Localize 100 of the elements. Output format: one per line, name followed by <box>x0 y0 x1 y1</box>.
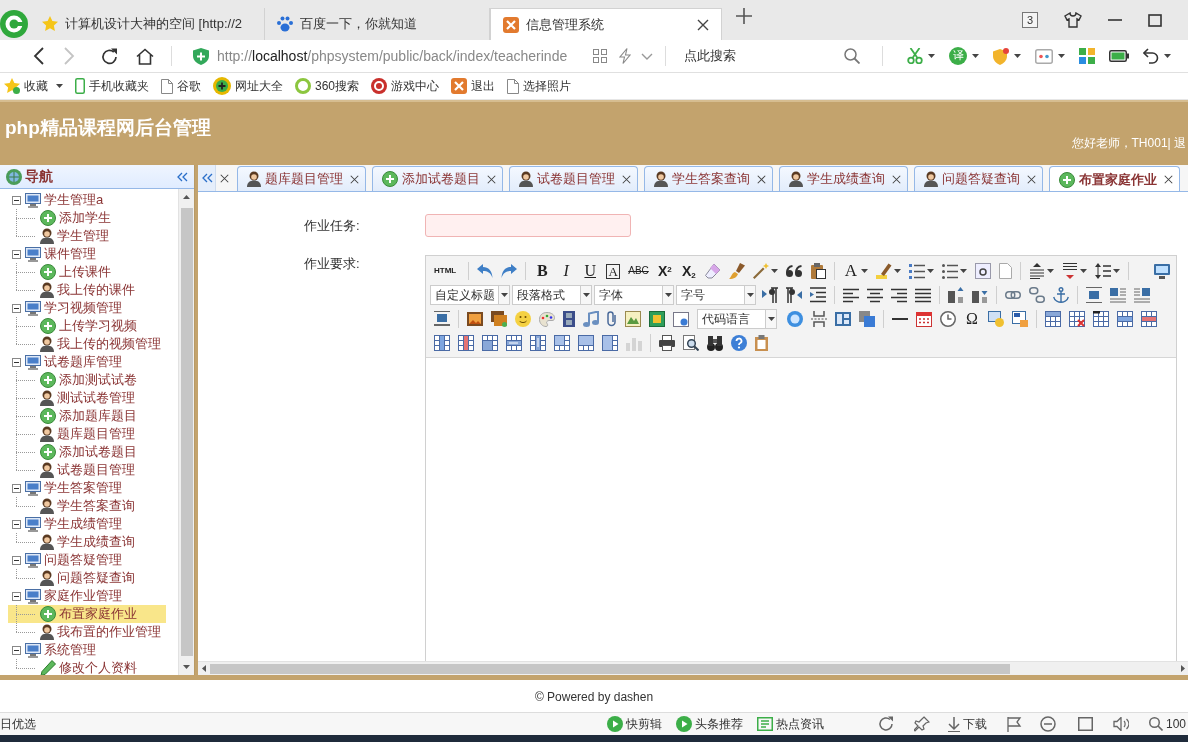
tree-item[interactable]: 问题答疑管理 <box>8 551 166 569</box>
align-right-icon[interactable] <box>891 287 907 303</box>
undo-icon[interactable] <box>1143 48 1160 64</box>
music-note-icon[interactable] <box>583 311 599 327</box>
tree-item[interactable]: 试卷题库管理 <box>8 353 166 371</box>
tree-item[interactable]: 上传学习视频 <box>8 317 166 335</box>
map-icon[interactable] <box>625 311 641 327</box>
font-size-select[interactable]: 字号 <box>676 285 756 305</box>
image-block-icon[interactable] <box>1086 287 1102 303</box>
scrollbar-thumb[interactable] <box>210 663 1010 674</box>
caret-icon[interactable] <box>893 269 901 273</box>
link-icon[interactable] <box>1005 291 1021 299</box>
tab[interactable]: 学生成绩查询 <box>779 166 908 191</box>
scroll-right-arrow-icon[interactable] <box>1181 665 1185 672</box>
tree-item[interactable]: 添加学生 <box>8 209 166 227</box>
spacing-below-icon[interactable] <box>1061 263 1078 279</box>
close-icon[interactable] <box>220 173 229 183</box>
split-cells-icon[interactable] <box>554 335 570 351</box>
font-border-button[interactable]: A <box>606 263 621 279</box>
tree-item[interactable]: 学生成绩查询 <box>8 533 166 551</box>
font-family-select[interactable]: 字体 <box>594 285 674 305</box>
close-icon[interactable] <box>892 174 901 184</box>
pictures-icon[interactable] <box>491 311 507 327</box>
smiley-icon[interactable] <box>515 311 531 327</box>
close-icon[interactable] <box>622 174 631 184</box>
caret-icon[interactable] <box>1046 269 1054 273</box>
grid-icon[interactable] <box>593 49 608 63</box>
paragraph-left-arrow-icon[interactable] <box>786 287 802 303</box>
tree-item[interactable]: 系统管理 <box>8 641 166 659</box>
shield-icon[interactable] <box>993 47 1010 65</box>
download-link[interactable]: 下载 <box>947 716 987 732</box>
reload-icon[interactable] <box>101 47 118 65</box>
align-justify-icon[interactable] <box>915 287 931 303</box>
calendar-icon[interactable] <box>916 311 932 327</box>
caret-icon[interactable] <box>1014 54 1022 58</box>
search-icon[interactable] <box>844 48 861 64</box>
tree-item[interactable]: 添加试卷题目 <box>8 443 166 461</box>
scroll-left-arrow-icon[interactable] <box>202 665 206 672</box>
chevron-down-icon[interactable] <box>641 52 654 60</box>
tab[interactable]: 试卷题目管理 <box>509 166 638 191</box>
two-dot-box-icon[interactable] <box>1035 48 1054 64</box>
caret-icon[interactable] <box>959 269 967 273</box>
split-rows-icon[interactable] <box>578 335 594 351</box>
frame-icon[interactable] <box>673 311 689 327</box>
bookmark-link[interactable]: 360搜索 <box>295 78 360 94</box>
clipboard-icon[interactable] <box>809 263 826 279</box>
maximize-icon[interactable] <box>1148 13 1162 27</box>
caret-icon[interactable] <box>1079 269 1087 273</box>
help-icon[interactable] <box>731 335 747 351</box>
tree-item[interactable]: 问题答疑查询 <box>8 569 166 587</box>
tree-item[interactable]: 修改个人资料 <box>8 659 166 675</box>
zoom-level[interactable]: 100 <box>1148 716 1186 732</box>
eraser-icon[interactable] <box>704 263 721 279</box>
tab[interactable]: 学生答案查询 <box>644 166 773 191</box>
monitor-icon[interactable] <box>1154 263 1170 279</box>
table-paragraph-icon[interactable] <box>1093 311 1109 327</box>
numbered-list-icon[interactable] <box>908 263 925 279</box>
bookmark-link[interactable]: 网址大全 <box>213 77 283 95</box>
strikethrough-button[interactable]: ABC <box>628 263 649 279</box>
clipboard-icon[interactable] <box>755 335 769 351</box>
caret-icon[interactable] <box>770 269 778 273</box>
status-link[interactable]: 热点资讯 <box>756 716 824 732</box>
apps-icon[interactable] <box>1079 48 1096 64</box>
circular-arrow-icon[interactable] <box>877 716 894 732</box>
caret-icon[interactable] <box>972 54 980 58</box>
scrollbar-thumb[interactable] <box>180 208 193 656</box>
film-icon[interactable] <box>563 311 575 327</box>
vertical-scrollbar[interactable] <box>178 189 194 675</box>
merge-cells-icon[interactable] <box>482 335 498 351</box>
redo-icon[interactable] <box>501 264 518 278</box>
tab-counter[interactable]: 3 <box>1021 12 1038 28</box>
plus-icon[interactable] <box>736 8 752 24</box>
image-center-icon[interactable] <box>434 311 450 327</box>
italic-button[interactable]: I <box>558 263 575 279</box>
speaker-icon[interactable] <box>1112 717 1129 731</box>
table-icon[interactable] <box>1045 311 1061 327</box>
close-icon[interactable] <box>487 174 496 184</box>
paragraph-right-arrow-icon[interactable] <box>762 287 778 303</box>
select-all-icon[interactable] <box>974 263 991 279</box>
template-icon[interactable] <box>835 312 851 326</box>
merge-right-icon[interactable] <box>506 335 522 351</box>
brush-icon[interactable] <box>728 263 745 279</box>
scroll-down-arrow-icon[interactable] <box>183 665 190 669</box>
shirt-icon[interactable] <box>1064 12 1082 28</box>
tree-item[interactable]: 我布置的作业管理 <box>8 623 166 641</box>
tree-item[interactable]: 家庭作业管理 <box>8 587 166 605</box>
tree-item[interactable]: 学生成绩管理 <box>8 515 166 533</box>
collapse-toggle-icon[interactable] <box>12 303 21 313</box>
bookmark-link[interactable]: 游戏中心 <box>371 78 440 94</box>
table-delete-icon[interactable] <box>1069 311 1085 327</box>
paragraph-format-select[interactable]: 段落格式 <box>512 285 592 305</box>
heading-select[interactable]: 自定义标题 <box>430 285 510 305</box>
insert-row-icon[interactable] <box>1117 311 1133 327</box>
tree-item[interactable]: 添加测试试卷 <box>8 371 166 389</box>
align-left-icon[interactable] <box>843 287 859 303</box>
collapse-toggle-icon[interactable] <box>12 195 21 205</box>
line-height-icon[interactable] <box>1094 263 1111 279</box>
collapse-toggle-icon[interactable] <box>12 483 21 493</box>
case-up-icon[interactable] <box>948 287 964 303</box>
caret-icon[interactable] <box>860 269 868 273</box>
